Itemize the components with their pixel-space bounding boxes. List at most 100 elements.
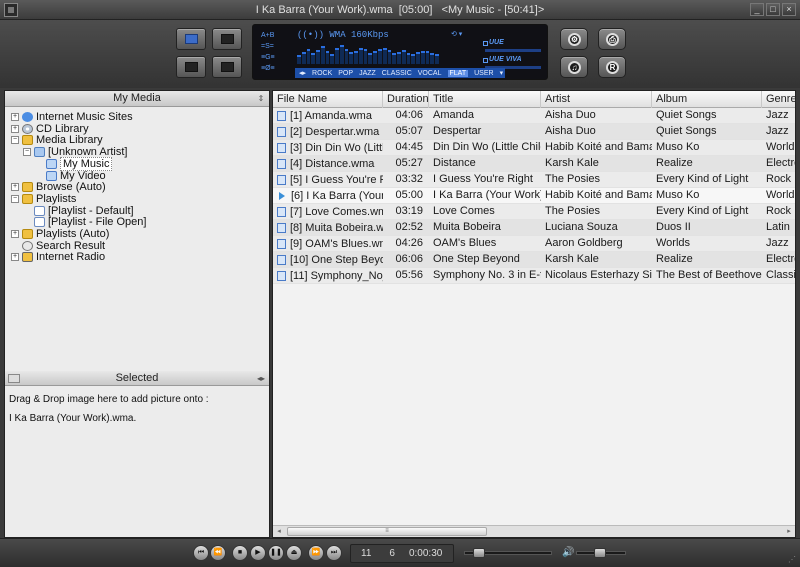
cell-artist: The Posies — [545, 173, 601, 185]
selected-panel: Selected ◂▸ Drag & Drop image here to ad… — [5, 371, 269, 537]
cell-file-text: [10] One Step Beyond... — [290, 253, 383, 266]
tree-expander-icon[interactable]: − — [11, 136, 19, 145]
headphone-button[interactable]: ♫ — [560, 56, 588, 78]
scrollbar-thumb[interactable]: ≡ — [287, 527, 487, 536]
cell-file: [1] Amanda.wma — [273, 108, 383, 124]
tree-item[interactable]: My Music — [35, 156, 113, 171]
mini-view-button[interactable] — [176, 56, 206, 78]
maximize-button[interactable]: □ — [766, 3, 780, 16]
column-header-title[interactable]: Title — [429, 91, 541, 108]
tree-item[interactable]: My Video — [35, 170, 106, 182]
stop-button[interactable]: ■ — [232, 545, 248, 561]
eq-preset-8[interactable]: ▾ — [500, 69, 504, 77]
mute-label[interactable]: ≡Ø≡ — [261, 64, 287, 73]
table-row[interactable]: [3] Din Din Wo (Little ... 04:45 Din Din W… — [273, 140, 795, 156]
tree-expander-icon[interactable]: + — [11, 113, 19, 121]
library-view-icon — [221, 34, 234, 44]
scroll-right-icon[interactable]: ▸ — [784, 527, 794, 536]
minimize-button[interactable]: _ — [750, 3, 764, 16]
column-header-file[interactable]: File Name — [273, 91, 383, 108]
tree-item[interactable]: + CD Library — [11, 123, 89, 135]
ab-repeat-label[interactable]: A+B — [261, 31, 287, 40]
eq-preset-0[interactable]: ◂▸ — [299, 69, 306, 77]
playlist-view-button[interactable] — [176, 28, 206, 50]
cell-album: Quiet Songs — [656, 125, 717, 137]
eq-preset-1[interactable]: ROCK — [312, 70, 332, 77]
radio-button[interactable]: R — [598, 56, 626, 78]
tree-expander-icon[interactable]: + — [11, 183, 19, 192]
table-row[interactable]: [11] Symphony_No_3.... 05:56 Symphony No. … — [273, 268, 795, 284]
eq-preset-3[interactable]: JAZZ — [359, 70, 376, 77]
tree-item[interactable]: + Internet Music Sites — [11, 111, 133, 123]
tree-expander-icon[interactable]: + — [11, 253, 19, 262]
table-row[interactable]: [6] I Ka Barra (Your W... 05:00 I Ka Barra… — [273, 188, 795, 204]
table-row[interactable]: [5] I Guess You're Rig... 03:32 I Guess Yo… — [273, 172, 795, 188]
rewind-button[interactable]: ⏪ — [210, 545, 226, 561]
resize-grip-icon[interactable]: ⋰ — [788, 555, 798, 565]
column-header-duration[interactable]: Duration — [383, 91, 429, 108]
tree-item[interactable]: + Internet Radio — [11, 251, 105, 263]
eq-preset-2[interactable]: POP — [338, 70, 353, 77]
dsp2-checkbox[interactable] — [483, 58, 488, 63]
tree-item[interactable]: + Browse (Auto) — [11, 181, 106, 193]
eq-preset-7[interactable]: USER — [474, 70, 493, 77]
eq-preset-4[interactable]: CLASSIC — [382, 70, 412, 77]
eq-settings-tag[interactable]: ⟲ ▾ — [451, 30, 462, 38]
dsp1-slider[interactable] — [485, 49, 541, 52]
eject-button[interactable]: ⏏ — [286, 545, 302, 561]
cell-title: Muita Bobeira — [433, 221, 501, 233]
table-row[interactable]: [8] Muita Bobeira.wma 02:52 Muita Bobeira L… — [273, 220, 795, 236]
table-row[interactable]: [9] OAM's Blues.wma 04:26 OAM's Blues Aaron… — [273, 236, 795, 252]
expand-icon[interactable]: ◂▸ — [257, 374, 265, 383]
close-button[interactable]: × — [782, 3, 796, 16]
dsp1-checkbox[interactable] — [483, 41, 488, 46]
tree-item[interactable]: [Playlist - Default] — [23, 205, 134, 217]
shuffle-label[interactable]: =S= — [261, 42, 287, 51]
track-count: 11 — [361, 548, 372, 559]
scroll-left-icon[interactable]: ◂ — [274, 527, 284, 536]
tree-item-label: Internet Music Sites — [36, 111, 133, 123]
column-header-artist[interactable]: Artist — [541, 91, 652, 108]
volume-slider[interactable] — [576, 548, 626, 558]
table-row[interactable]: [2] Despertar.wma 05:07 Despertar Aisha Duo… — [273, 124, 795, 140]
search-icon — [22, 240, 33, 251]
table-row[interactable]: [7] Love Comes.wma 03:19 Love Comes The Pos… — [273, 204, 795, 220]
table-row[interactable]: [1] Amanda.wma 04:06 Amanda Aisha Duo Quiet … — [273, 108, 795, 124]
library-view-button[interactable] — [212, 28, 242, 50]
cell-genre: Jazz — [766, 109, 789, 121]
table-row[interactable]: [10] One Step Beyond... 06:06 One Step Bey… — [273, 252, 795, 268]
eq-preset-6[interactable]: FLAT — [447, 69, 469, 77]
cell-file: [5] I Guess You're Rig... — [273, 172, 383, 188]
record-button[interactable]: ⎙ — [598, 28, 626, 50]
tree-item[interactable]: + Playlists (Auto) — [11, 228, 109, 240]
tree-expander-icon[interactable]: + — [11, 230, 19, 238]
tree-expander-icon[interactable]: − — [23, 148, 31, 157]
device-button[interactable] — [212, 56, 242, 78]
horizontal-scrollbar[interactable]: ◂ ≡ ▸ — [273, 525, 795, 537]
column-header-album[interactable]: Album — [652, 91, 762, 108]
sort-icon[interactable]: ⇕ — [257, 94, 265, 103]
seek-handle[interactable] — [472, 548, 485, 558]
play-button[interactable]: ▶ — [250, 545, 266, 561]
audio-file-icon — [277, 271, 286, 281]
pause-button[interactable]: ❚❚ — [268, 545, 284, 561]
volume-handle[interactable] — [594, 548, 607, 558]
speaker-icon[interactable]: 🔊 — [562, 547, 574, 559]
visualization-button[interactable]: ⚙ — [560, 28, 588, 50]
eq-label[interactable]: ≡G≡ — [261, 53, 287, 62]
tree-item[interactable]: − Playlists — [11, 193, 76, 205]
tree-expander-icon[interactable]: − — [11, 194, 19, 203]
tree-item[interactable]: Search Result — [11, 240, 105, 252]
tree-expander-icon[interactable]: + — [11, 124, 19, 133]
previous-button[interactable]: ⏮ — [193, 545, 209, 561]
column-header-genre[interactable]: Genre — [762, 91, 795, 108]
seek-bar[interactable] — [464, 548, 552, 558]
forward-button[interactable]: ⏩ — [308, 545, 324, 561]
table-row[interactable]: [4] Distance.wma 05:27 Distance Karsh Kale R… — [273, 156, 795, 172]
cell-file: [9] OAM's Blues.wma — [273, 236, 383, 252]
eq-preset-5[interactable]: VOCAL — [418, 70, 442, 77]
picture-icon[interactable] — [8, 374, 20, 383]
tree-item[interactable]: [Playlist - File Open] — [23, 216, 146, 228]
tree-item[interactable]: − Media Library — [11, 134, 103, 146]
next-button[interactable]: ⏭ — [326, 545, 342, 561]
